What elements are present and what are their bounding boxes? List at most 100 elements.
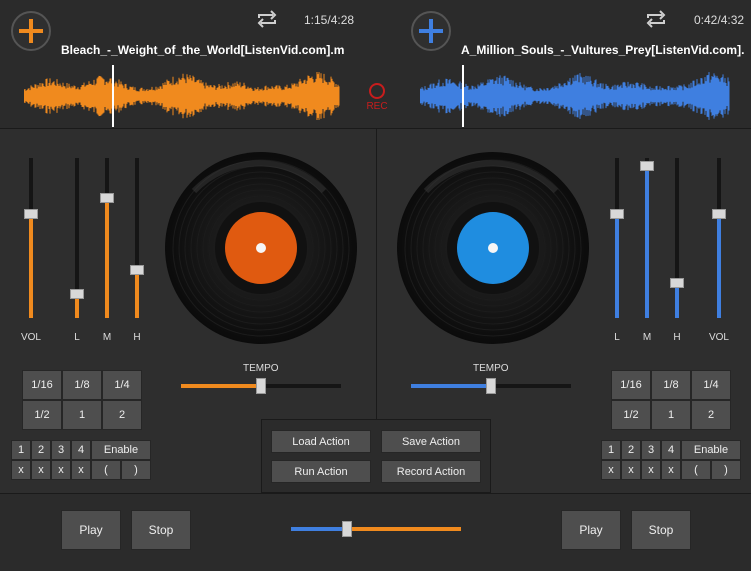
loop-in-right[interactable]: (: [681, 460, 711, 480]
slider-fill: [615, 214, 619, 318]
tempo-thumb-right[interactable]: [486, 378, 496, 394]
slider-thumb[interactable]: [610, 209, 624, 219]
loop-1-left[interactable]: 1: [11, 440, 31, 460]
save-action-button[interactable]: Save Action: [381, 430, 481, 453]
slider-h-right[interactable]: [670, 158, 684, 318]
playhead[interactable]: [462, 65, 464, 127]
beat-1-right[interactable]: 1: [651, 400, 691, 430]
beat-1-left[interactable]: 1: [62, 400, 102, 430]
slider-fill: [645, 166, 649, 318]
loop-4-right[interactable]: 4: [661, 440, 681, 460]
track-title-left: Bleach_-_Weight_of_the_World[ListenVid.c…: [61, 43, 345, 57]
slider-label: L: [74, 332, 80, 343]
slider-thumb[interactable]: [670, 277, 684, 288]
beat-2-left[interactable]: 2: [102, 400, 142, 430]
repeat-icon[interactable]: [645, 10, 667, 28]
crossfader-thumb[interactable]: [342, 521, 353, 537]
slider-fill: [135, 270, 139, 318]
beat-1-8-left[interactable]: 1/8: [62, 370, 102, 400]
slider-label: VOL: [20, 332, 41, 343]
loop-clear-2-left[interactable]: x: [31, 460, 51, 480]
loop-out-right[interactable]: ): [711, 460, 741, 480]
slider-thumb[interactable]: [70, 289, 84, 299]
time-right: 0:42/4:32: [694, 13, 745, 27]
record-button[interactable]: REC: [361, 83, 393, 112]
loop-clear-3-left[interactable]: x: [51, 460, 71, 480]
slider-m-left[interactable]: [100, 158, 114, 318]
slider-thumb[interactable]: [712, 209, 726, 219]
beat-2-right[interactable]: 2: [691, 400, 731, 430]
slider-fill: [105, 198, 109, 318]
waveform-left[interactable]: [24, 65, 340, 127]
add-track-right-button[interactable]: [411, 11, 451, 51]
time-left: 1:15/4:28: [304, 13, 355, 27]
record-action-button[interactable]: Record Action: [381, 460, 481, 483]
loop-4-left[interactable]: 4: [71, 440, 91, 460]
crossfader[interactable]: [291, 521, 461, 537]
slider-fill: [675, 282, 679, 318]
slider-thumb[interactable]: [100, 193, 114, 203]
plus-icon: [419, 19, 443, 43]
beat-1-4-left[interactable]: 1/4: [102, 370, 142, 400]
loop-clear-1-right[interactable]: x: [601, 460, 621, 480]
slider-fill: [717, 214, 721, 318]
load-action-button[interactable]: Load Action: [271, 430, 371, 453]
slider-thumb[interactable]: [640, 161, 654, 171]
loop-2-right[interactable]: 2: [621, 440, 641, 460]
slider-h-left[interactable]: [130, 158, 144, 318]
slider-l-left[interactable]: [70, 158, 84, 318]
playhead[interactable]: [112, 65, 114, 127]
loop-1-right[interactable]: 1: [601, 440, 621, 460]
slider-label: VOL: [708, 332, 729, 343]
tempo-slider-right[interactable]: [411, 378, 571, 394]
beat-1-8-right[interactable]: 1/8: [651, 370, 691, 400]
track-title-right: A_Million_Souls_-_Vultures_Prey[ListenVi…: [461, 43, 744, 57]
beat-1-16-right[interactable]: 1/16: [611, 370, 651, 400]
slider-label: H: [673, 332, 681, 343]
slider-label: L: [614, 332, 620, 343]
tempo-thumb-left[interactable]: [256, 378, 266, 394]
vinyl-left[interactable]: [164, 151, 358, 345]
loop-clear-4-left[interactable]: x: [71, 460, 91, 480]
slider-l-right[interactable]: [610, 158, 624, 318]
beat-1-16-left[interactable]: 1/16: [22, 370, 62, 400]
slider-thumb[interactable]: [24, 209, 38, 219]
tempo-label-left: TEMPO: [243, 363, 279, 374]
loop-2-left[interactable]: 2: [31, 440, 51, 460]
slider-m-right[interactable]: [640, 158, 654, 318]
loop-3-right[interactable]: 3: [641, 440, 661, 460]
loop-clear-1-left[interactable]: x: [11, 460, 31, 480]
beat-1-2-left[interactable]: 1/2: [22, 400, 62, 430]
stop-button-left[interactable]: Stop: [131, 510, 191, 550]
vinyl-right[interactable]: [396, 151, 590, 345]
run-action-button[interactable]: Run Action: [271, 460, 371, 483]
loop-clear-2-right[interactable]: x: [621, 460, 641, 480]
tempo-label-right: TEMPO: [473, 363, 509, 374]
loop-clear-3-right[interactable]: x: [641, 460, 661, 480]
loop-out-left[interactable]: ): [121, 460, 151, 480]
slider-label: H: [133, 332, 141, 343]
repeat-icon[interactable]: [256, 10, 278, 28]
loop-3-left[interactable]: 3: [51, 440, 71, 460]
slider-thumb[interactable]: [130, 265, 144, 275]
record-circle-icon: [369, 83, 385, 99]
slider-vol-left[interactable]: [24, 158, 38, 318]
enable-button-left[interactable]: Enable: [91, 440, 151, 460]
waveform-right[interactable]: [420, 65, 730, 127]
loop-clear-4-right[interactable]: x: [661, 460, 681, 480]
plus-icon: [19, 19, 43, 43]
slider-vol-right[interactable]: [712, 158, 726, 318]
slider-label: M: [102, 332, 112, 343]
add-track-left-button[interactable]: [11, 11, 51, 51]
rec-label: REC: [366, 101, 388, 112]
slider-label: M: [642, 332, 652, 343]
play-button-left[interactable]: Play: [61, 510, 121, 550]
loop-in-left[interactable]: (: [91, 460, 121, 480]
beat-1-2-right[interactable]: 1/2: [611, 400, 651, 430]
beat-1-4-right[interactable]: 1/4: [691, 370, 731, 400]
stop-button-right[interactable]: Stop: [631, 510, 691, 550]
enable-button-right[interactable]: Enable: [681, 440, 741, 460]
play-button-right[interactable]: Play: [561, 510, 621, 550]
slider-fill: [29, 214, 33, 318]
tempo-slider-left[interactable]: [181, 378, 341, 394]
